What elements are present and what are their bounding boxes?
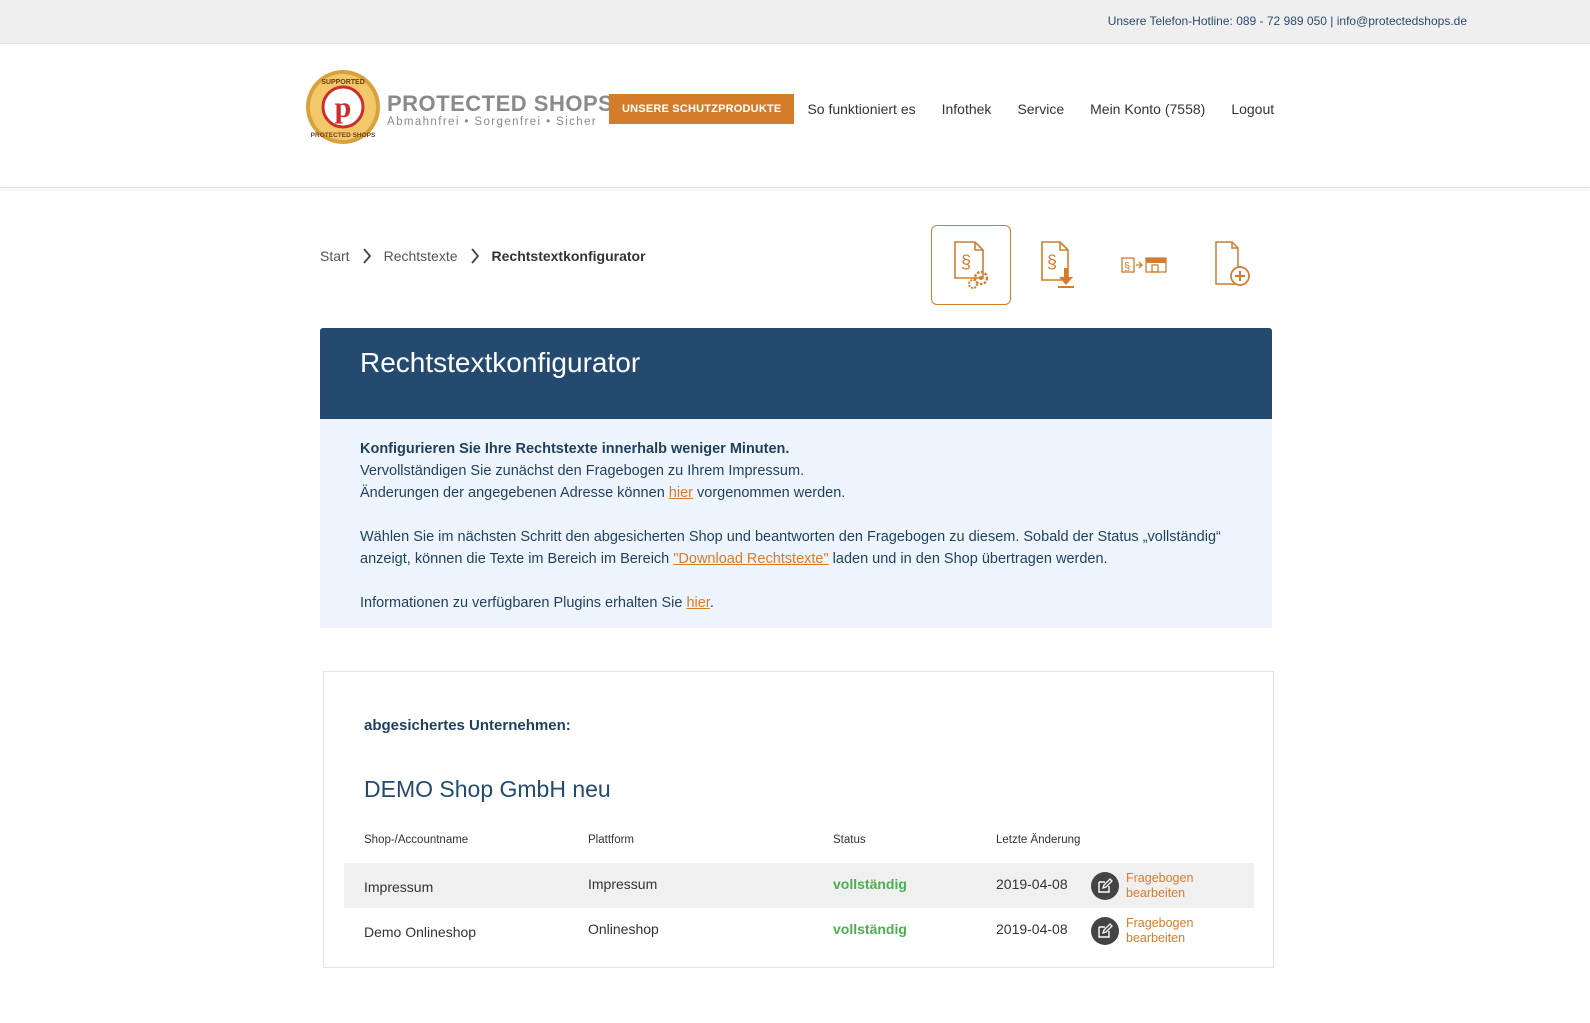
panel-header: Rechtstextkonfigurator <box>320 328 1272 419</box>
table-row[interactable]: Demo Onlineshop Onlineshop vollständig 2… <box>344 908 1254 953</box>
row-account-name: Demo Onlineshop <box>364 924 477 940</box>
site-header: p SUPPORTED PROTECTED SHOPS PROTECTED SH… <box>0 44 1590 188</box>
svg-text:SUPPORTED: SUPPORTED <box>321 79 365 86</box>
row-status: vollständig <box>833 876 907 892</box>
logo-title: PROTECTED SHOPS <box>387 91 614 116</box>
intro-paragraph-3: Informationen zu verfügbaren Plugins erh… <box>360 592 1232 614</box>
hotline-info[interactable]: Unsere Telefon-Hotline: 089 - 72 989 050… <box>1108 14 1467 28</box>
nav-service[interactable]: Service <box>1017 101 1064 117</box>
protected-shops-seal-icon: p SUPPORTED PROTECTED SHOPS <box>306 70 380 144</box>
company-label: abgesichertes Unternehmen: <box>364 717 571 734</box>
intro-line-2: Vervollständigen Sie zunächst den Frageb… <box>360 463 805 479</box>
top-bar: Unsere Telefon-Hotline: 089 - 72 989 050… <box>0 0 1590 44</box>
nav-how-it-works[interactable]: So funktioniert es <box>807 101 915 117</box>
edit-icon <box>1091 917 1119 945</box>
row-platform: Impressum <box>588 876 658 892</box>
plugins-info-link[interactable]: hier <box>686 595 709 611</box>
document-add-icon <box>1215 241 1250 286</box>
tool-icon-bar: § § § <box>931 225 1279 305</box>
intro-line-3-pre: Änderungen der angegebenen Adresse könne… <box>360 485 669 501</box>
breadcrumb-legal-texts[interactable]: Rechtstexte <box>384 248 458 264</box>
table-header: Shop-/Accountname Plattform Status Letzt… <box>364 834 1244 852</box>
intro-line-3-post: vorgenommen werden. <box>692 485 846 501</box>
legal-text-download-tool[interactable]: § <box>1018 225 1098 305</box>
edit-questionnaire-label[interactable]: Fragebogen bearbeiten <box>1126 871 1206 901</box>
protection-products-button[interactable]: UNSERE SCHUTZPRODUKTE <box>609 94 795 124</box>
intro-panel: Konfigurieren Sie Ihre Rechtstexte inner… <box>320 419 1272 628</box>
intro-paragraph-2: Wählen Sie im nächsten Schritt den abges… <box>360 526 1232 570</box>
svg-text:§: § <box>1047 252 1057 272</box>
legal-text-shop-tool[interactable]: § <box>1105 225 1185 305</box>
chevron-right-icon <box>470 248 479 264</box>
page-title: Rechtstextkonfigurator <box>360 347 641 378</box>
column-header-account: Shop-/Accountname <box>364 834 469 846</box>
nav-my-account[interactable]: Mein Konto (7558) <box>1090 101 1205 117</box>
document-add-tool[interactable] <box>1192 225 1272 305</box>
column-header-last-change: Letzte Änderung <box>996 834 1081 846</box>
row-account-name: Impressum <box>364 879 434 895</box>
chevron-right-icon <box>362 248 371 264</box>
legal-text-download-icon: § <box>1041 241 1074 288</box>
legal-text-config-icon: § <box>954 241 989 289</box>
edit-questionnaire-button[interactable]: Fragebogen bearbeiten <box>1091 916 1206 946</box>
intro-headline: Konfigurieren Sie Ihre Rechtstexte inner… <box>360 441 790 457</box>
row-platform: Onlineshop <box>588 921 659 937</box>
company-box: abgesichertes Unternehmen: DEMO Shop Gmb… <box>323 671 1274 968</box>
main-nav: UNSERE SCHUTZPRODUKTE So funktioniert es… <box>609 93 1274 125</box>
svg-text:PROTECTED SHOPS: PROTECTED SHOPS <box>311 132 376 139</box>
legal-text-shop-icon: § <box>1121 257 1167 273</box>
breadcrumb-current: Rechtstextkonfigurator <box>491 248 646 264</box>
row-date: 2019-04-08 <box>996 921 1068 937</box>
edit-questionnaire-button[interactable]: Fragebogen bearbeiten <box>1091 871 1206 901</box>
row-status: vollständig <box>833 921 907 937</box>
logo-tagline: Abmahnfrei • Sorgenfrei • Sicher <box>387 116 598 128</box>
breadcrumb: Start Rechtstexte Rechtstextkonfigurator <box>320 248 646 264</box>
edit-icon <box>1091 872 1119 900</box>
legal-text-config-tool[interactable]: § <box>931 225 1011 305</box>
download-legal-texts-link[interactable]: "Download Rechtstexte" <box>673 551 828 567</box>
intro-p2-post: laden und in den Shop übertragen werden. <box>828 551 1108 567</box>
svg-text:p: p <box>335 91 352 124</box>
intro-p3-post: . <box>709 595 714 611</box>
address-change-link[interactable]: hier <box>669 485 693 501</box>
column-header-status: Status <box>833 834 866 846</box>
edit-questionnaire-label[interactable]: Fragebogen bearbeiten <box>1126 916 1206 946</box>
nav-logout[interactable]: Logout <box>1231 101 1274 117</box>
intro-p3-pre: Informationen zu verfügbaren Plugins erh… <box>360 595 687 611</box>
company-name: DEMO Shop GmbH neu <box>364 776 611 802</box>
breadcrumb-start[interactable]: Start <box>320 248 350 264</box>
table-row[interactable]: Impressum Impressum vollständig 2019-04-… <box>344 863 1254 908</box>
svg-text:§: § <box>961 252 971 272</box>
svg-text:§: § <box>1124 261 1130 273</box>
row-date: 2019-04-08 <box>996 876 1068 892</box>
site-logo[interactable]: p SUPPORTED PROTECTED SHOPS PROTECTED SH… <box>305 69 613 149</box>
column-header-platform: Plattform <box>588 834 635 846</box>
intro-paragraph-1: Konfigurieren Sie Ihre Rechtstexte inner… <box>360 438 1232 504</box>
nav-infothek[interactable]: Infothek <box>942 101 992 117</box>
